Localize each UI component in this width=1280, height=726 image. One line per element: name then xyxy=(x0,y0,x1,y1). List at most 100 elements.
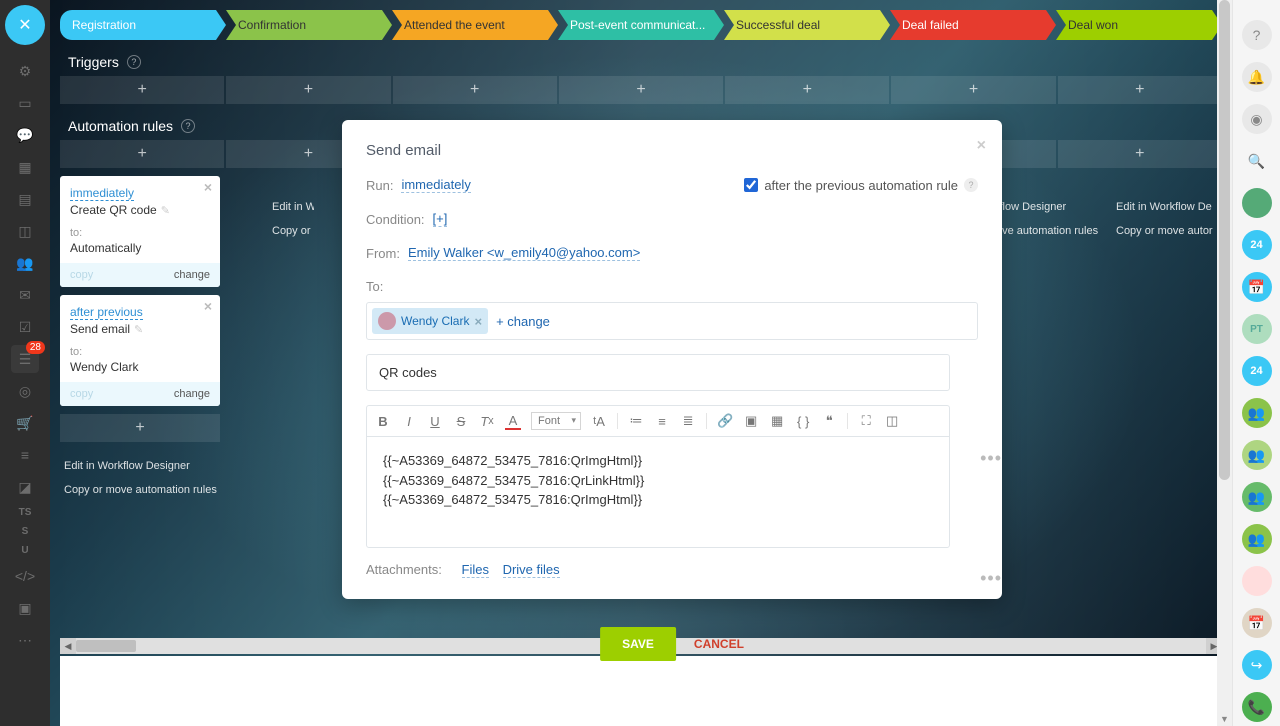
rail-icon-more[interactable]: ⋯ xyxy=(11,626,39,654)
rail-icon-list[interactable]: ≡ xyxy=(11,441,39,469)
help-icon[interactable]: ? xyxy=(181,119,195,133)
pencil-icon[interactable]: ✎ xyxy=(134,323,143,336)
condition-add-link[interactable]: [+] xyxy=(433,211,448,227)
pt-badge[interactable]: PT xyxy=(1242,314,1272,344)
chip-remove-icon[interactable]: × xyxy=(474,314,482,329)
underline-icon[interactable]: U xyxy=(427,414,443,429)
rail-icon-android[interactable]: ▣ xyxy=(11,594,39,622)
pipeline-stage[interactable]: Deal failed xyxy=(890,10,1056,40)
code-icon[interactable]: { } xyxy=(795,414,811,429)
attach-drive-link[interactable]: Drive files xyxy=(503,562,560,578)
subject-input[interactable] xyxy=(366,354,950,391)
modal-close-icon[interactable]: × xyxy=(977,138,986,154)
table-icon[interactable]: ▦ xyxy=(769,413,785,429)
card-run-link[interactable]: immediately xyxy=(70,186,134,201)
add-trigger[interactable]: + xyxy=(226,76,390,104)
rail-text-ts[interactable]: TS xyxy=(19,507,32,518)
add-trigger[interactable]: + xyxy=(1058,76,1222,104)
from-value-link[interactable]: Emily Walker <w_emily40@yahoo.com> xyxy=(408,245,640,261)
people-icon[interactable]: 👥 xyxy=(1242,482,1272,512)
vertical-scrollbar[interactable]: ▼ xyxy=(1217,0,1232,726)
avatar[interactable] xyxy=(1242,566,1272,596)
add-rule[interactable]: + xyxy=(60,140,224,168)
scroll-down-arrow[interactable]: ▼ xyxy=(1217,712,1232,726)
app-badge-icon[interactable]: 24 xyxy=(1242,230,1272,260)
calendar-icon[interactable]: 📅 xyxy=(1242,272,1272,302)
change-recipient-link[interactable]: + change xyxy=(496,314,550,329)
card-change[interactable]: change xyxy=(174,388,210,400)
people-icon[interactable]: 👥 xyxy=(1242,524,1272,554)
card-run-link[interactable]: after previous xyxy=(70,305,143,320)
pencil-icon[interactable]: ✎ xyxy=(161,204,170,217)
people-icon[interactable]: 👥 xyxy=(1242,440,1272,470)
scroll-thumb[interactable] xyxy=(1219,0,1230,480)
rail-icon-box[interactable]: ◪ xyxy=(11,473,39,501)
pipeline-stage[interactable]: Confirmation xyxy=(226,10,392,40)
card-change[interactable]: change xyxy=(174,269,210,281)
clear-format-icon[interactable]: Tx xyxy=(479,414,495,429)
pipeline-stage[interactable]: Deal won xyxy=(1056,10,1222,40)
fullscreen-icon[interactable]: ⛶ xyxy=(858,413,874,429)
add-rule[interactable]: + xyxy=(1058,140,1222,168)
logout-icon[interactable]: ↪ xyxy=(1242,650,1272,680)
text-color-icon[interactable]: A xyxy=(505,413,521,430)
rail-icon-chat[interactable]: 💬 xyxy=(11,121,39,149)
save-button[interactable]: SAVE xyxy=(600,627,676,661)
close-button[interactable]: ✕ xyxy=(5,5,45,45)
align-icon[interactable]: ≣ xyxy=(680,413,696,429)
rule-card[interactable]: × immediately Create QR code✎ to: Automa… xyxy=(60,176,220,287)
after-prev-checkbox[interactable] xyxy=(744,178,758,192)
attach-files-link[interactable]: Files xyxy=(462,562,489,578)
scroll-thumb[interactable] xyxy=(76,640,136,652)
pipeline-stage[interactable]: Attended the event xyxy=(392,10,558,40)
rail-icon-target[interactable]: ◎ xyxy=(11,377,39,405)
add-trigger[interactable]: + xyxy=(891,76,1055,104)
add-rule-card[interactable]: + xyxy=(60,414,220,442)
cancel-button[interactable]: CANCEL xyxy=(694,637,744,651)
rail-icon-people[interactable]: 👥 xyxy=(11,249,39,277)
pipeline-stage[interactable]: Successful deal xyxy=(724,10,890,40)
unordered-list-icon[interactable]: ≡ xyxy=(654,414,670,429)
card-close-icon[interactable]: × xyxy=(204,299,212,313)
rail-icon-gear[interactable]: ⚙ xyxy=(11,57,39,85)
rail-icon-mail[interactable]: ✉ xyxy=(11,281,39,309)
rail-icon-doc[interactable]: ▤ xyxy=(11,185,39,213)
subject-more-icon[interactable]: ••• xyxy=(980,448,1002,469)
run-value-link[interactable]: immediately xyxy=(401,177,470,193)
editor-body[interactable]: {{~A53369_64872_53475_7816:QrImgHtml}} {… xyxy=(367,437,949,547)
bold-icon[interactable]: B xyxy=(375,414,391,429)
rail-icon-card[interactable]: ▭ xyxy=(11,89,39,117)
rail-icon-code[interactable]: </> xyxy=(11,562,39,590)
image-icon[interactable]: ▣ xyxy=(743,413,759,429)
help-icon[interactable]: ? xyxy=(127,55,141,69)
bell-icon[interactable]: 🔔 xyxy=(1242,62,1272,92)
rail-icon-cart[interactable]: 🛒 xyxy=(11,409,39,437)
rail-text-u[interactable]: U xyxy=(21,545,28,556)
add-trigger[interactable]: + xyxy=(559,76,723,104)
rail-icon-check[interactable]: ☑ xyxy=(11,313,39,341)
add-trigger[interactable]: + xyxy=(60,76,224,104)
help-icon[interactable]: ? xyxy=(964,178,978,192)
avatar[interactable] xyxy=(1242,188,1272,218)
people-icon[interactable]: 👥 xyxy=(1242,398,1272,428)
rule-card[interactable]: × after previous Send email✎ to: Wendy C… xyxy=(60,295,220,406)
rail-text-s[interactable]: S xyxy=(22,526,29,537)
recipient-chip[interactable]: Wendy Clark × xyxy=(372,308,488,334)
quote-icon[interactable]: ❝ xyxy=(821,413,837,429)
editor-more-icon[interactable]: ••• xyxy=(980,568,1002,589)
ordered-list-icon[interactable]: ≔ xyxy=(628,413,644,429)
rail-icon-calendar[interactable]: ▦ xyxy=(11,153,39,181)
font-size-icon[interactable]: tA xyxy=(591,414,607,429)
search-icon[interactable]: 🔍 xyxy=(1242,146,1272,176)
calendar-small-icon[interactable]: 📅 xyxy=(1242,608,1272,638)
italic-icon[interactable]: I xyxy=(401,414,417,429)
card-copy[interactable]: copy xyxy=(70,388,93,400)
scroll-left-arrow[interactable]: ◀ xyxy=(60,638,76,654)
card-close-icon[interactable]: × xyxy=(204,180,212,194)
link-icon[interactable]: 🔗 xyxy=(717,413,733,429)
pipeline-stage[interactable]: Registration xyxy=(60,10,226,40)
layout-icon[interactable]: ◫ xyxy=(884,413,900,429)
rail-icon-filter[interactable]: ☰28 xyxy=(11,345,39,373)
to-field[interactable]: Wendy Clark × + change xyxy=(366,302,978,340)
font-select[interactable]: Font xyxy=(531,412,581,430)
